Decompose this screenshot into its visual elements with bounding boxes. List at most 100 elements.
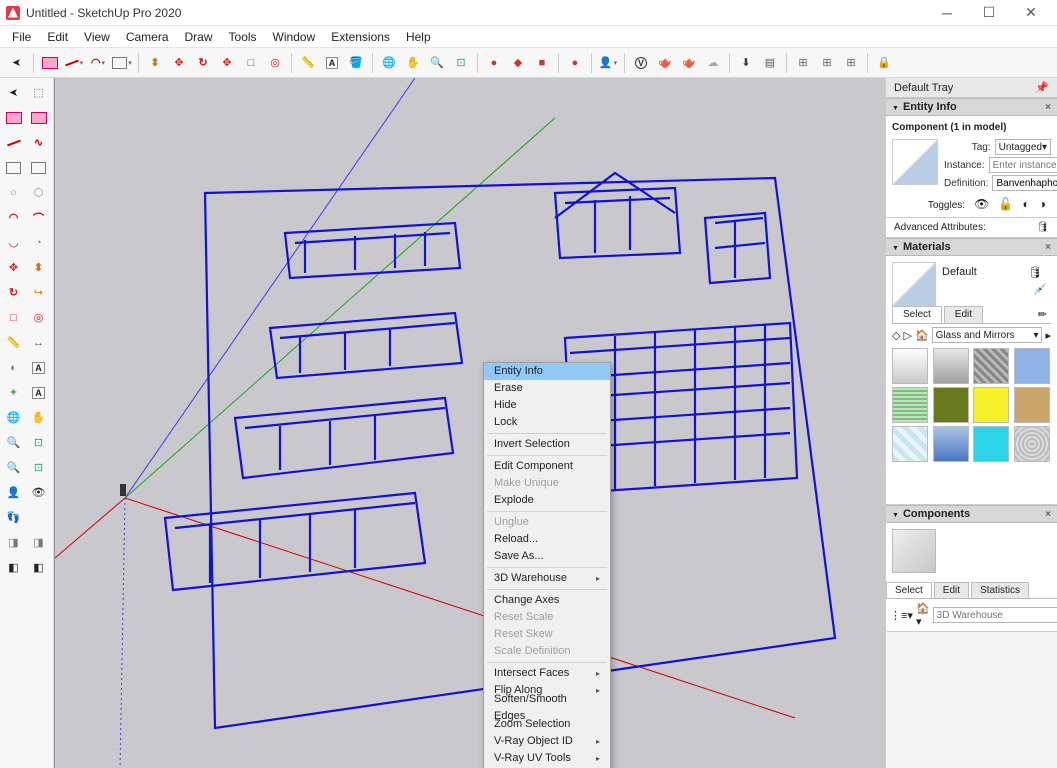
entity-info-close-icon[interactable]: × xyxy=(1045,102,1051,113)
l-section[interactable] xyxy=(2,531,25,554)
l-3dtext[interactable] xyxy=(27,381,50,404)
l-position[interactable] xyxy=(2,481,25,504)
materials-close-icon[interactable]: × xyxy=(1045,242,1051,253)
components-list-icon[interactable]: ⋮≡▾ xyxy=(890,609,913,622)
material-create-icon[interactable]: 🛢 xyxy=(1028,266,1042,279)
ctx-reload-[interactable]: Reload... xyxy=(484,531,610,548)
vray-interactive[interactable] xyxy=(678,52,700,74)
components-close-icon[interactable]: × xyxy=(1045,509,1051,520)
menu-edit[interactable]: Edit xyxy=(39,28,76,46)
move2-tool[interactable] xyxy=(216,52,238,74)
l-walk[interactable] xyxy=(2,506,25,529)
toggle-lock-icon[interactable]: 🔓 xyxy=(998,197,1013,211)
tag-select[interactable]: Untagged▾ xyxy=(995,139,1051,155)
l-select[interactable] xyxy=(2,81,25,104)
l-section2[interactable] xyxy=(27,531,50,554)
close-button[interactable]: ✕ xyxy=(1011,0,1051,26)
material-swatch-4[interactable] xyxy=(892,387,928,423)
person-tool[interactable] xyxy=(597,52,619,74)
l-line[interactable] xyxy=(2,131,25,154)
vray-lock[interactable] xyxy=(873,52,895,74)
ctx-invert-selection[interactable]: Invert Selection xyxy=(484,436,610,453)
tray-pin-icon[interactable]: 📌 xyxy=(1035,81,1049,94)
rotate-tool[interactable] xyxy=(192,52,214,74)
l-pie[interactable] xyxy=(27,231,50,254)
components-home-icon[interactable]: 🏠▾ xyxy=(916,602,930,628)
l-followme[interactable] xyxy=(27,281,50,304)
l-eraser[interactable] xyxy=(2,106,25,129)
offset-tool[interactable] xyxy=(264,52,286,74)
select-tool[interactable] xyxy=(6,52,28,74)
ctx-intersect-faces[interactable]: Intersect Faces xyxy=(484,665,610,682)
l-move[interactable] xyxy=(2,256,25,279)
toggle-visible-icon[interactable]: 👁 xyxy=(974,197,989,211)
l-scale[interactable] xyxy=(2,306,25,329)
shape-tool[interactable] xyxy=(111,52,133,74)
material-fwd-icon[interactable]: ▷ xyxy=(903,329,911,342)
tray-title-bar[interactable]: Default Tray 📌 xyxy=(886,78,1057,98)
material-back-icon[interactable]: ◇ xyxy=(892,329,900,342)
menu-window[interactable]: Window xyxy=(265,28,324,46)
ctx-3d-warehouse[interactable]: 3D Warehouse xyxy=(484,570,610,587)
l-circle[interactable] xyxy=(2,181,25,204)
ctx-soften-smooth-edges[interactable]: Soften/Smooth Edges xyxy=(484,699,610,716)
material-swatch-11[interactable] xyxy=(1014,426,1050,462)
l-axes[interactable] xyxy=(2,381,25,404)
menu-extensions[interactable]: Extensions xyxy=(323,28,398,46)
zoom-tool[interactable] xyxy=(426,52,448,74)
l-rotrect[interactable] xyxy=(27,156,50,179)
toggle-shadows-icon[interactable]: ◐ xyxy=(1022,197,1029,211)
components-tab-edit[interactable]: Edit xyxy=(934,582,969,598)
l-freehand[interactable] xyxy=(27,131,50,154)
menu-tools[interactable]: Tools xyxy=(221,28,265,46)
material-swatch-9[interactable] xyxy=(933,426,969,462)
l-section4[interactable] xyxy=(27,556,50,579)
components-search-input[interactable] xyxy=(933,607,1057,623)
menu-help[interactable]: Help xyxy=(398,28,439,46)
advanced-attributes-row[interactable]: Advanced Attributes: 🛢 xyxy=(886,218,1057,238)
orbit-tool[interactable] xyxy=(378,52,400,74)
l-eraser2[interactable] xyxy=(27,106,50,129)
maximize-button[interactable]: ☐ xyxy=(969,0,1009,26)
paint-tool[interactable] xyxy=(345,52,367,74)
ctx-hide[interactable]: Hide xyxy=(484,397,610,414)
material-swatch-8[interactable] xyxy=(892,426,928,462)
menu-camera[interactable]: Camera xyxy=(118,28,177,46)
l-zoomwin[interactable] xyxy=(27,431,50,454)
material-library-select[interactable]: Glass and Mirrors▾ xyxy=(932,327,1043,343)
model-viewport[interactable]: Entity InfoEraseHideLockInvert Selection… xyxy=(54,78,885,768)
pushpull-tool[interactable] xyxy=(144,52,166,74)
vray-viewport[interactable] xyxy=(759,52,781,74)
entity-info-header[interactable]: Entity Info × xyxy=(886,98,1057,116)
menu-file[interactable]: File xyxy=(4,28,39,46)
materials-header[interactable]: Materials × xyxy=(886,238,1057,256)
l-prev[interactable] xyxy=(27,456,50,479)
l-look[interactable] xyxy=(27,481,50,504)
text-tool[interactable] xyxy=(321,52,343,74)
l-section3[interactable] xyxy=(2,556,25,579)
vray-export[interactable] xyxy=(735,52,757,74)
vray-asset-editor[interactable] xyxy=(630,52,652,74)
material-swatch-5[interactable] xyxy=(933,387,969,423)
l-tape[interactable] xyxy=(2,331,25,354)
components-header[interactable]: Components × xyxy=(886,505,1057,523)
zoom-extents-tool[interactable] xyxy=(450,52,472,74)
l-arc[interactable] xyxy=(2,206,25,229)
l-offset[interactable] xyxy=(27,306,50,329)
advanced-attributes-icon[interactable]: 🛢 xyxy=(1036,222,1049,233)
vray-render-3[interactable] xyxy=(531,52,553,74)
ctx-explode[interactable]: Explode xyxy=(484,492,610,509)
components-tab-select[interactable]: Select xyxy=(886,582,932,598)
components-tab-statistics[interactable]: Statistics xyxy=(971,582,1029,598)
menu-view[interactable]: View xyxy=(76,28,118,46)
material-swatch-2[interactable] xyxy=(973,348,1009,384)
toggle-cast-icon[interactable]: ◑ xyxy=(1039,197,1046,211)
l-arc2[interactable] xyxy=(27,206,50,229)
ctx-v-ray-uv-tools[interactable]: V-Ray UV Tools xyxy=(484,750,610,767)
vray-fb1[interactable] xyxy=(792,52,814,74)
vray-frame-1[interactable] xyxy=(564,52,586,74)
l-lasso[interactable] xyxy=(27,81,50,104)
l-dimension[interactable] xyxy=(27,331,50,354)
l-zoomext[interactable] xyxy=(2,456,25,479)
ctx-lock[interactable]: Lock xyxy=(484,414,610,431)
